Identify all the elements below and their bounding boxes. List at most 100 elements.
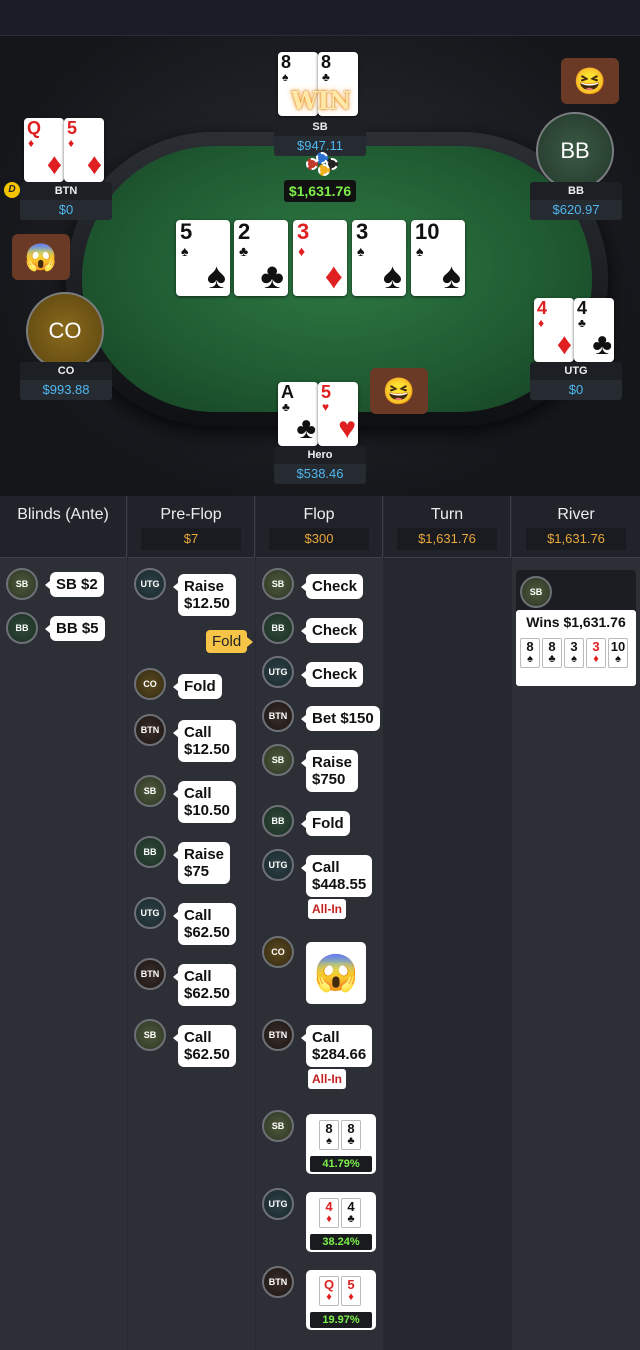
seat-btn-name: BTN [20, 182, 112, 200]
col-turn: Turn $1,631.76 [384, 496, 511, 1350]
action-label: Check [312, 578, 358, 595]
action-bubble: Fold [301, 811, 350, 836]
position-chip-utg: UTG [262, 1188, 294, 1220]
action-label: Call [184, 1029, 212, 1046]
action-label: Call [184, 724, 212, 741]
col-river-title: River [557, 506, 595, 523]
action-bubble: Call $284.66 [300, 1025, 373, 1067]
col-flop-title: Flop [303, 506, 335, 523]
mini-card: 5 ♦ [341, 1276, 361, 1306]
board-card-3: 3 ♦ ♦ [293, 220, 347, 296]
action-bubble: Bet $150 [301, 706, 380, 731]
action-bubble: Check [300, 662, 364, 687]
position-chip-utg: UTG [262, 656, 294, 688]
seat-utg-stack: $0 [530, 380, 622, 400]
mini-card: 8 ♠ [520, 638, 540, 668]
poker-table-area: 8 ♠ 8 ♣ WIN SB $947.11 $1,631.76 Q ♦ ♦ 5 ♦ ♦ B… [0, 36, 640, 496]
position-chip-btn: BTN [262, 700, 294, 732]
action-bubble: Raise $750 [300, 750, 359, 792]
btn-hole-card-2: 5 ♦ ♦ [64, 118, 104, 182]
position-chip-bb: BB [134, 836, 166, 868]
action-amount: $12.50 [184, 741, 230, 758]
position-chip-sb: SB [6, 568, 38, 600]
seat-utg[interactable]: UTG $0 [530, 362, 622, 402]
action-label: Call [184, 968, 212, 985]
seat-bb-avatar[interactable]: BB [536, 112, 614, 190]
mini-card: 8 ♣ [341, 1120, 361, 1150]
action-amount: $284.66 [312, 1046, 367, 1063]
equity-percent: 19.97% [310, 1312, 372, 1328]
seat-hero[interactable]: Hero $538.46 [274, 446, 366, 486]
action-amount: $750 [312, 771, 346, 788]
seat-bb[interactable]: BB $620.97 [530, 182, 622, 222]
action-bubble: Call $62.50 [173, 1025, 236, 1067]
position-chip-bb: BB [6, 612, 38, 644]
mini-card: 10 ♠ [608, 638, 628, 668]
mini-card: 8 ♠ [319, 1120, 339, 1150]
utg-hole-card-1: 4 ♦ ♦ [534, 298, 574, 362]
action-label: BB $5 [56, 620, 99, 637]
action-label: Call [184, 907, 212, 924]
hero-laughing-emote-icon: 😆 [370, 368, 428, 414]
seat-bb-stack: $620.97 [530, 200, 622, 220]
action-bubble: Call $448.55 [300, 855, 373, 897]
seat-btn[interactable]: BTN $0 [20, 182, 112, 222]
action-amount: $62.50 [184, 985, 230, 1002]
action-label: Check [312, 666, 358, 683]
action-bubble: SB $2 [45, 572, 104, 597]
position-chip-sb: SB [520, 576, 552, 608]
board-card-4: 3 ♠ ♠ [352, 220, 406, 296]
position-chip-sb: SB [262, 568, 294, 600]
action-amount: $62.50 [184, 1046, 230, 1063]
col-preflop-pot: $7 [141, 528, 241, 550]
position-chip-co: CO [134, 668, 166, 700]
col-flop-pot: $300 [269, 528, 369, 550]
seat-utg-name: UTG [530, 362, 622, 380]
action-amount: $10.50 [184, 802, 230, 819]
seat-co[interactable]: CO $993.88 [20, 362, 112, 402]
win-badge: WIN [290, 86, 352, 115]
position-chip-sb: SB [262, 744, 294, 776]
position-chip-co: CO [262, 936, 294, 968]
action-amount: $448.55 [312, 876, 367, 893]
bb-laughing-emote-icon: 😆 [561, 58, 619, 104]
col-preflop-title: Pre-Flop [160, 506, 222, 523]
action-label: Check [312, 622, 358, 639]
hero-hole-card-2: 5 ♥ ♥ [318, 382, 358, 446]
action-amount: $62.50 [184, 924, 230, 941]
action-amount: $75 [184, 863, 210, 880]
col-river-pot: $1,631.76 [526, 528, 626, 550]
seat-co-avatar[interactable]: CO [26, 292, 104, 370]
btn-hole-card-1: Q ♦ ♦ [24, 118, 64, 182]
win-amount: Wins $1,631.76 [526, 614, 626, 630]
seat-co-name: CO [20, 362, 112, 380]
col-flop: Flop $300 SB Check BB Check UTG Check BTN Bet $1… [256, 496, 383, 1350]
col-blinds-title: Blinds (Ante) [17, 506, 109, 523]
position-chip-utg: UTG [134, 897, 166, 929]
action-bubble: Call $62.50 [173, 964, 236, 1006]
col-blinds: Blinds (Ante) SB SB $2 BB BB $5 [0, 496, 127, 1350]
hand-history: Blinds (Ante) SB SB $2 BB BB $5 Pre-Flop $7 … [0, 496, 640, 1350]
all-in-tag: All-In [308, 1069, 346, 1089]
mini-card: 3 ♠ [564, 638, 584, 668]
mini-card: Q ♦ [319, 1276, 339, 1306]
position-chip-sb: SB [134, 775, 166, 807]
action-label: Fold [312, 815, 344, 832]
seat-bb-name: BB [530, 182, 622, 200]
action-bubble: Raise $12.50 [173, 574, 236, 616]
top-bar [0, 0, 640, 36]
position-chip-bb: BB [262, 805, 294, 837]
dealer-button-icon: D [4, 182, 20, 198]
action-bubble: Check [300, 618, 364, 643]
seat-sb-name: SB [274, 118, 366, 136]
col-turn-pot: $1,631.76 [397, 528, 497, 550]
action-bubble: Call $12.50 [173, 720, 236, 762]
action-label: Call [184, 785, 212, 802]
action-bubble: BB $5 [45, 616, 105, 641]
action-bubble: Fold [173, 674, 222, 699]
mini-card: 4 ♣ [341, 1198, 361, 1228]
action-label: Raise [184, 578, 225, 595]
scared-face-emote-icon: 😱 [306, 942, 366, 1004]
action-label: Call [312, 859, 340, 876]
pot-chips-icon [304, 152, 344, 178]
